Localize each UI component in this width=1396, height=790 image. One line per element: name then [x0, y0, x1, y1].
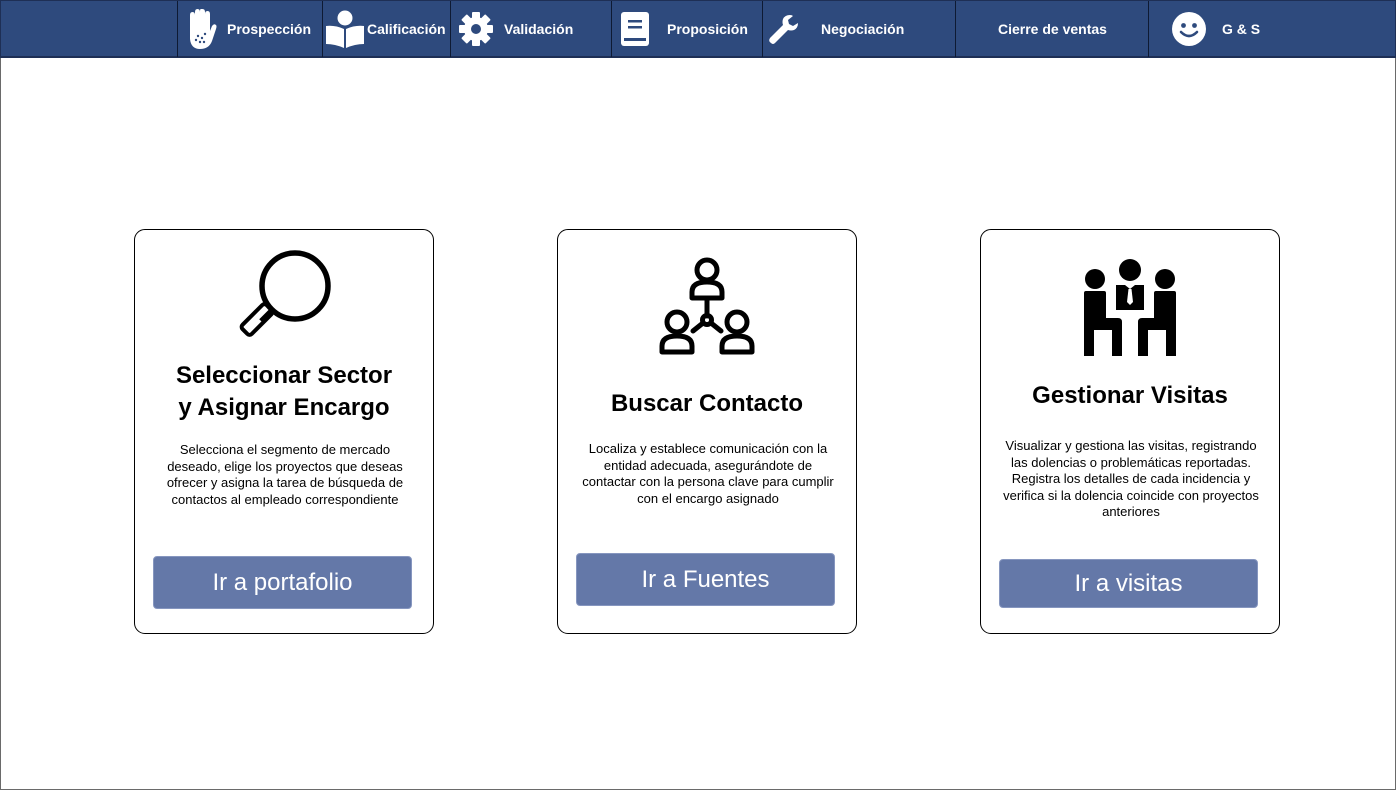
- ir-a-fuentes-button[interactable]: Ir a Fuentes: [576, 553, 835, 606]
- ir-a-visitas-button[interactable]: Ir a visitas: [999, 559, 1258, 608]
- nav-separator: [1148, 1, 1149, 57]
- card-title: Seleccionar Sector: [175, 362, 393, 389]
- card-gestionar-visitas: Gestionar Visitas Visualizar y gestiona …: [980, 229, 1280, 634]
- smiley-icon: [1172, 12, 1206, 46]
- wrench-icon: [769, 15, 798, 44]
- top-navigation: Prospección Calificación Validación Prop…: [0, 0, 1396, 58]
- nav-label-negociacion: Negociación: [821, 21, 905, 37]
- card-title-line2: y Asignar Encargo: [178, 394, 390, 421]
- magnifier-icon: [239, 250, 331, 337]
- brand-label: G & S: [1222, 21, 1261, 37]
- nav-separator: [322, 1, 323, 57]
- nav-item-validacion[interactable]: Validación: [458, 1, 573, 57]
- card-title: Gestionar Visitas: [1032, 382, 1228, 409]
- card-seleccionar-sector: Seleccionar Sector y Asignar Encargo Sel…: [134, 229, 434, 634]
- nav-label-proposicion: Proposición: [667, 21, 748, 37]
- nav-item-calificacion[interactable]: Calificación: [325, 1, 446, 57]
- nav-brand-gs[interactable]: G & S: [1171, 1, 1260, 57]
- card-description: Localiza y establece comunicación con la…: [582, 441, 834, 506]
- card-icon-container: [135, 246, 433, 350]
- hand-icon: [190, 9, 217, 49]
- nav-label-cierre: Cierre de ventas: [998, 21, 1107, 37]
- nav-label-validacion: Validación: [504, 21, 574, 37]
- card-icon-container: [981, 258, 1279, 358]
- nav-item-negociacion[interactable]: Negociación: [768, 1, 904, 57]
- nav-item-prospeccion[interactable]: Prospección: [185, 1, 311, 57]
- nav-item-proposicion[interactable]: Proposición: [620, 1, 748, 57]
- card-icon-container: [558, 252, 856, 358]
- nav-separator: [762, 1, 763, 57]
- nav-label-calificacion: Calificación: [367, 21, 446, 37]
- card-description: Visualizar y gestiona las visitas, regis…: [1003, 438, 1259, 519]
- nav-separator: [177, 1, 178, 57]
- document-icon: [621, 12, 649, 46]
- nav-label-prospeccion: Prospección: [227, 21, 312, 37]
- nav-separator: [450, 1, 451, 57]
- person-reading-icon: [326, 10, 364, 48]
- card-buscar-contacto: Buscar Contacto Localiza y establece com…: [557, 229, 857, 634]
- ir-a-portafolio-button[interactable]: Ir a portafolio: [153, 556, 412, 609]
- card-title: Buscar Contacto: [610, 390, 804, 417]
- meeting-icon: [1084, 259, 1176, 356]
- nav-item-cierre-de-ventas[interactable]: Cierre de ventas: [998, 1, 1107, 57]
- gear-icon: [459, 12, 493, 46]
- card-description: Selecciona el segmento de mercado desead…: [166, 442, 404, 507]
- network-people-icon: [659, 257, 755, 355]
- nav-separator: [611, 1, 612, 57]
- nav-separator: [955, 1, 956, 57]
